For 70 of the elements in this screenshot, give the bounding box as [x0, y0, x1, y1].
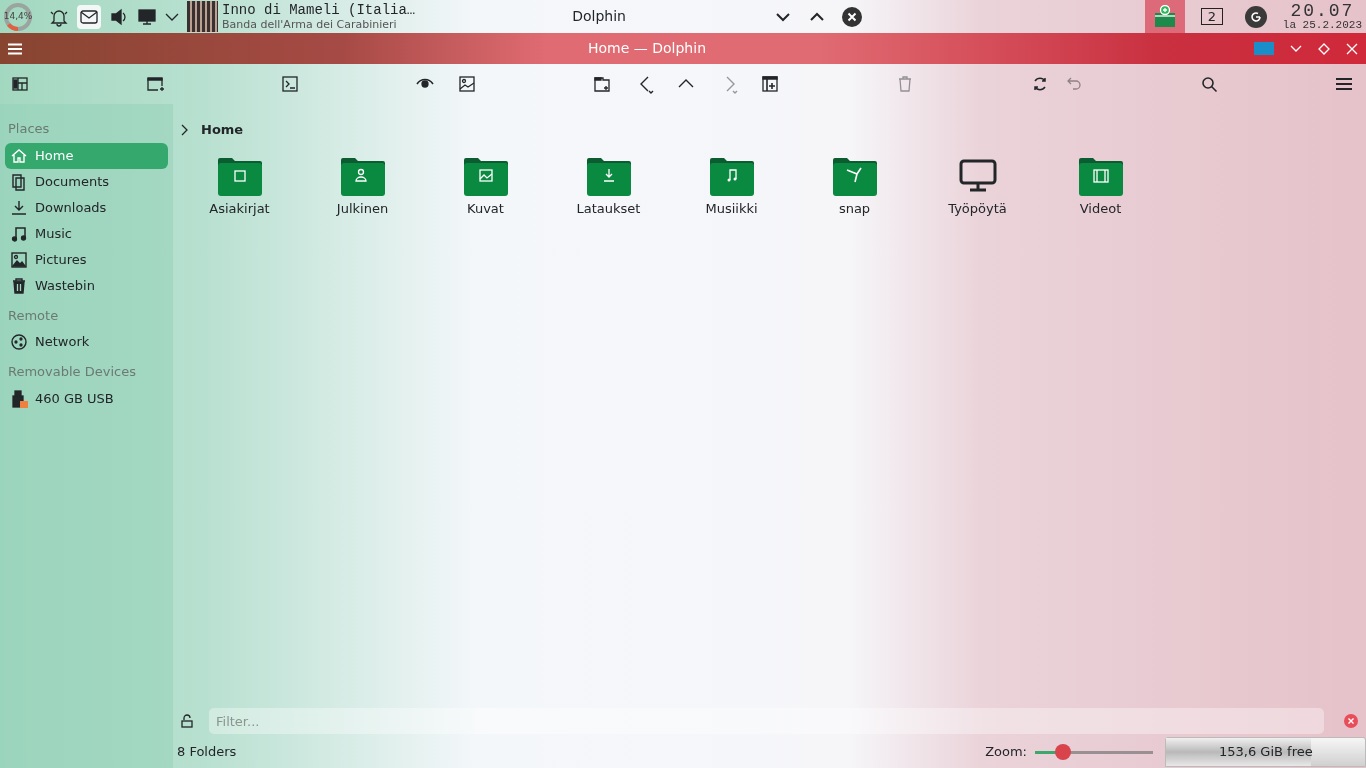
sidebar-item[interactable]: Pictures — [5, 246, 168, 273]
download-folder-icon — [586, 155, 631, 196]
new-folder-icon — [592, 74, 612, 94]
file-item[interactable]: Työpöytä — [916, 155, 1039, 218]
chevron-up-icon[interactable] — [810, 11, 824, 22]
usb-drive-icon — [10, 389, 28, 408]
lock-icon[interactable] — [181, 714, 193, 728]
image-icon — [457, 74, 477, 94]
sidebar-item[interactable]: 460 GB USB — [5, 385, 168, 412]
task-title[interactable]: Dolphin — [572, 6, 626, 27]
search-icon — [1199, 74, 1219, 94]
clear-icon[interactable] — [1344, 714, 1358, 728]
network-icon — [10, 333, 28, 351]
artist-name: Banda dell'Arma dei Carabinieri — [222, 18, 398, 31]
music-icon — [10, 224, 28, 243]
terminal-icon — [280, 74, 300, 94]
file-item[interactable]: snap — [793, 155, 916, 218]
document-folder-icon — [217, 155, 262, 196]
chevron-down-icon[interactable] — [165, 11, 179, 22]
speaker-icon[interactable] — [109, 6, 129, 27]
file-item[interactable]: Julkinen — [301, 155, 424, 218]
picture-icon — [10, 250, 28, 269]
sidebar-item[interactable]: Wastebin — [5, 272, 168, 299]
download-icon — [10, 198, 28, 217]
monitor-icon[interactable] — [137, 6, 157, 27]
album-art-placeholder — [187, 1, 218, 32]
song-title: Inno di Mameli (Italia… — [222, 2, 416, 18]
folder-count: 8 Folders — [177, 743, 237, 762]
home-icon — [10, 146, 28, 165]
clock-time[interactable]: 20.07 — [1282, 2, 1362, 20]
split-view-icon — [760, 74, 780, 94]
file-item[interactable]: Videot — [1039, 155, 1162, 218]
logo-icon[interactable] — [1244, 5, 1267, 28]
file-item[interactable]: Kuvat — [424, 155, 547, 218]
maximize-icon[interactable] — [1318, 42, 1330, 55]
trash-icon — [10, 276, 28, 295]
task-button[interactable] — [1144, 0, 1185, 33]
section-heading: Places — [7, 120, 51, 138]
folder-plus-icon — [1153, 4, 1176, 29]
free-space-reading: 153,6 GiB free — [1218, 743, 1314, 761]
minimize-icon[interactable] — [1290, 44, 1302, 53]
chevron-right-icon[interactable] — [181, 123, 189, 136]
chevron-down-icon[interactable] — [776, 11, 790, 22]
cpu-reading: 14,4% — [3, 9, 33, 23]
sidebar-item[interactable]: Network — [5, 329, 168, 355]
sidebar-item[interactable]: Documents — [5, 168, 168, 195]
zoom-label: Zoom: — [985, 743, 1027, 762]
sidebar-item[interactable]: Downloads — [5, 194, 168, 221]
file-item[interactable]: Asiakirjat — [178, 155, 301, 218]
section-heading: Removable Devices — [7, 363, 137, 381]
users-folder-icon — [340, 155, 385, 196]
menu-icon[interactable] — [8, 42, 22, 55]
file-item[interactable]: Musiikki — [670, 155, 793, 218]
music-folder-icon — [709, 155, 754, 196]
window-title: Home — Dolphin — [588, 39, 706, 58]
new-tab-icon — [145, 74, 165, 94]
mail-icon[interactable] — [80, 9, 98, 24]
section-heading: Remote — [7, 306, 60, 325]
image-folder-icon — [463, 155, 508, 196]
bird-folder-icon — [832, 155, 877, 196]
sidebar-item[interactable]: Music — [5, 220, 168, 247]
close-icon[interactable] — [842, 6, 862, 27]
clock-date[interactable]: la 25.2.2023 — [1282, 20, 1362, 31]
filter-field[interactable]: Filter... — [209, 708, 1324, 734]
breadcrumb-item[interactable]: Home — [201, 120, 244, 140]
file-item[interactable]: Lataukset — [547, 155, 670, 218]
panel-icon — [10, 74, 30, 94]
documents-icon — [10, 172, 28, 191]
pager-button[interactable]: 2 — [1200, 8, 1223, 25]
video-folder-icon — [1078, 155, 1123, 196]
